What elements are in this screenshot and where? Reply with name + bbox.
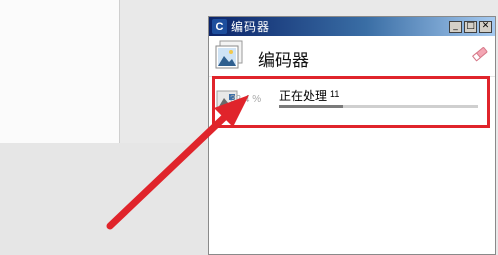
background-area	[0, 143, 208, 255]
maximize-button[interactable]: □	[464, 20, 477, 33]
eraser-icon[interactable]	[471, 45, 489, 63]
title-bar[interactable]: C 编码器 _ □ ✕	[209, 17, 495, 36]
encoder-header: 编码器	[209, 36, 495, 77]
close-icon: ✕	[481, 21, 490, 31]
close-button[interactable]: ✕	[479, 20, 492, 33]
maximize-icon: □	[466, 21, 475, 31]
header-title: 编码器	[258, 51, 309, 71]
background-panel	[0, 0, 120, 144]
window-title: 编码器	[231, 20, 271, 34]
c-logo-icon: C	[212, 19, 227, 34]
annotation-highlight-box	[212, 76, 490, 128]
encoder-window: C 编码器 _ □ ✕ 编码器 32.4 % 正在处理 11	[208, 16, 496, 255]
image-stack-icon	[215, 40, 243, 69]
minimize-button[interactable]: _	[449, 20, 462, 33]
minimize-icon: _	[453, 21, 458, 31]
